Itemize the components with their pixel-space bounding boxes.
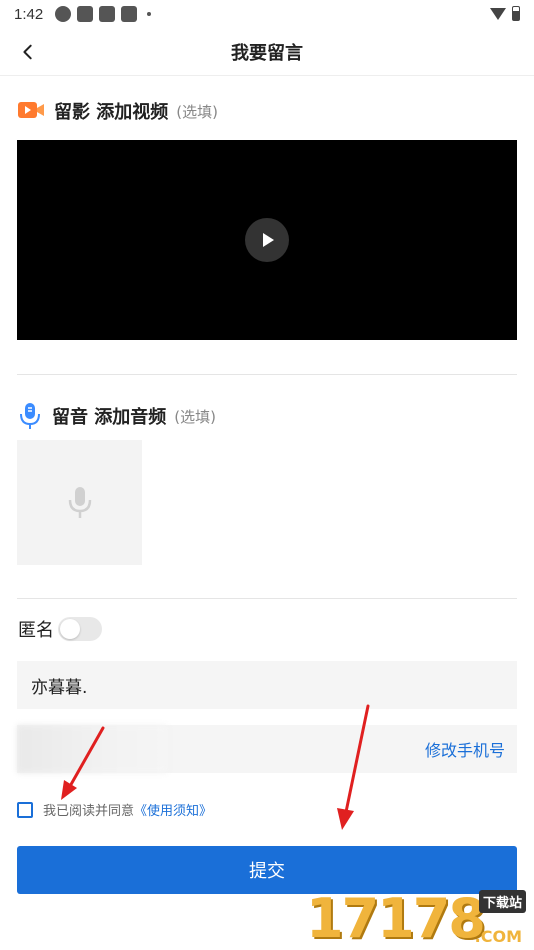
status-time: 1:42 — [14, 5, 44, 23]
agreement-text: 我已阅读并同意 — [43, 804, 135, 819]
video-section-header: 留影 添加视频 (选填) — [18, 98, 218, 124]
anonymous-label: 匿名 — [18, 620, 54, 641]
terms-link[interactable]: 《使用须知》 — [134, 800, 212, 819]
microphone-icon — [20, 403, 40, 429]
annotation-arrow — [61, 726, 105, 800]
anonymous-toggle[interactable] — [58, 617, 102, 641]
status-right — [490, 6, 520, 21]
video-icon — [18, 102, 44, 118]
annotation-arrow — [337, 704, 370, 830]
audio-upload-area[interactable] — [17, 440, 142, 565]
wifi-icon — [490, 7, 506, 20]
back-button[interactable] — [14, 38, 42, 66]
toggle-knob — [60, 619, 80, 639]
anonymous-row: 匿名 — [18, 616, 102, 642]
chevron-left-icon — [23, 44, 32, 60]
watermark-digits: 17178 — [306, 887, 486, 950]
status-bar: 1:42 — [0, 0, 534, 28]
agreement-row: 我已阅读并同意 《使用须知》 — [17, 800, 212, 819]
watermark-domain: .COM — [474, 927, 522, 946]
video-upload-area[interactable] — [17, 140, 517, 340]
microphone-icon — [68, 486, 91, 518]
square-icon — [99, 6, 116, 22]
video-section-title: 留影 添加视频 — [54, 102, 169, 123]
name-field[interactable]: 亦暮暮. — [17, 661, 517, 709]
page-title: 我要留言 — [231, 42, 303, 64]
app-icon — [55, 6, 72, 22]
site-watermark: 17178 下载站 .COM — [306, 887, 526, 950]
audio-section-header: 留音 添加音频 (选填) — [18, 402, 216, 430]
nav-bar: 我要留言 — [0, 28, 534, 76]
video-optional-label: (选填) — [176, 102, 218, 121]
audio-section-title: 留音 添加音频 — [52, 407, 167, 428]
play-icon — [263, 233, 274, 247]
change-phone-link[interactable]: 修改手机号 — [425, 737, 505, 761]
square-icon — [121, 6, 138, 22]
dot-icon — [147, 12, 152, 16]
play-button[interactable] — [245, 218, 289, 262]
divider — [17, 598, 517, 599]
divider — [17, 374, 517, 375]
audio-optional-label: (选填) — [174, 407, 216, 426]
square-icon — [77, 6, 94, 22]
battery-icon — [512, 6, 520, 21]
watermark-tag: 下载站 — [478, 890, 526, 913]
agreement-checkbox[interactable] — [17, 801, 33, 818]
